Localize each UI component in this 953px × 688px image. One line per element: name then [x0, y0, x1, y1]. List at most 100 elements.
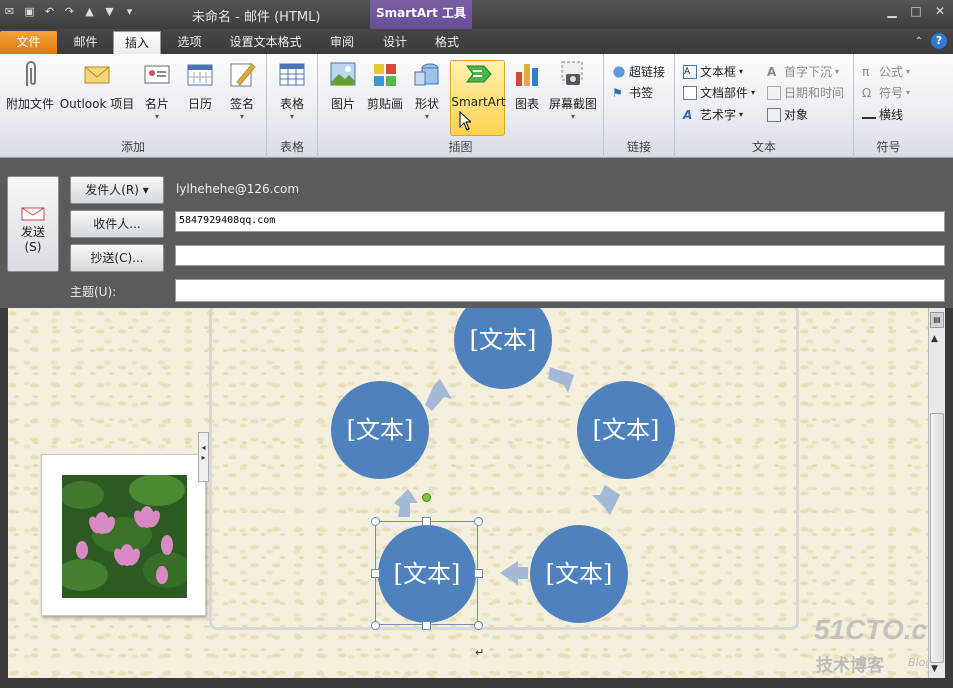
ribbon-tab-bar: 文件 邮件 插入 选项 设置文本格式 审阅 设计 格式 ⌃ ?	[0, 29, 953, 54]
envelope-icon	[84, 66, 110, 84]
shapes-button[interactable]: 形状 ▾	[410, 58, 444, 121]
group-add: 附加文件 Outlook 项目 名片 ▾ 日历 签名 ▾ 添加	[0, 54, 267, 158]
tab-format-text[interactable]: 设置文本格式	[218, 31, 313, 54]
clip-art-button[interactable]: 剪贴画	[366, 58, 404, 112]
group-label-links: 链接	[626, 140, 651, 154]
picture-button[interactable]: 图片	[325, 58, 361, 112]
paperclip-icon	[26, 61, 36, 86]
picture-icon	[330, 62, 356, 86]
group-label-table: 表格	[279, 140, 304, 154]
resize-handle[interactable]	[422, 621, 431, 630]
group-symbols: π 公式 ▾ Ω 符号 ▾ 横线 符号	[854, 54, 923, 158]
smartart-text-pane-handle[interactable]: ◂ ▸	[198, 432, 209, 482]
tab-mail[interactable]: 邮件	[63, 31, 108, 54]
message-body[interactable]: ◂▸ [文本] [文本] [文本] [文本] [文本] ↵ 51CTO.com …	[8, 308, 928, 678]
chart-button[interactable]: 图表	[510, 58, 544, 112]
group-label-add: 添加	[120, 140, 145, 154]
business-card-button[interactable]: 名片 ▾	[140, 58, 174, 121]
resize-handle[interactable]	[474, 517, 483, 526]
redo-icon[interactable]: ↷	[62, 4, 77, 19]
equation-button[interactable]: π 公式 ▾	[862, 63, 910, 80]
down-arrow-icon[interactable]: ▼	[102, 4, 117, 19]
shapes-icon	[414, 63, 439, 86]
tab-options[interactable]: 选项	[167, 31, 212, 54]
minimize-icon[interactable]: ▁	[885, 4, 899, 18]
watermark-subtitle: 技术博客	[816, 656, 884, 676]
up-arrow-icon[interactable]: ▲	[82, 4, 97, 19]
calendar-button[interactable]: 日历	[183, 58, 217, 112]
quick-parts-icon	[683, 85, 697, 100]
bookmark-button[interactable]: ⚑ 书签	[612, 84, 653, 101]
selection-box	[375, 521, 478, 625]
hyperlink-button[interactable]: 超链接	[612, 63, 665, 80]
outlook-item-button[interactable]: Outlook 项目	[58, 58, 136, 112]
tab-file[interactable]: 文件	[0, 31, 57, 54]
group-text: A 文本框 ▾ 文档部件 ▾ A 艺术字 ▾ A 首字下沉 ▾ 日期和时间 对象 文本	[675, 54, 854, 158]
undo-icon[interactable]: ↶	[42, 4, 57, 19]
scroll-thumb[interactable]	[930, 413, 944, 663]
watermark-blog: Blog	[908, 656, 928, 669]
maximize-icon[interactable]: □	[909, 4, 923, 18]
tab-insert[interactable]: 插入	[113, 31, 161, 54]
close-icon[interactable]: ✕	[933, 4, 947, 18]
smartart-node-5[interactable]: [文本]	[331, 381, 429, 479]
mouse-cursor-icon	[459, 111, 471, 131]
quick-parts-button[interactable]: 文档部件 ▾	[683, 84, 755, 101]
symbol-button[interactable]: Ω 符号 ▾	[862, 84, 910, 101]
resize-handle[interactable]	[474, 621, 483, 630]
cc-field[interactable]	[175, 245, 945, 266]
tab-review[interactable]: 审阅	[320, 31, 364, 54]
from-value: lylhehehe@126.com	[176, 182, 300, 196]
date-time-icon	[767, 85, 781, 100]
vertical-scrollbar[interactable]: ▤ ▲ ▼	[928, 308, 945, 678]
object-button[interactable]: 对象	[767, 106, 808, 123]
customize-qat-icon[interactable]: ▾	[122, 4, 137, 19]
table-button[interactable]: 表格 ▾	[275, 58, 309, 121]
to-field[interactable]: 5847929408qq.com	[175, 211, 945, 232]
tab-format[interactable]: 格式	[424, 31, 470, 54]
attach-file-button[interactable]: 附加文件	[5, 58, 55, 112]
resize-handle[interactable]	[371, 517, 380, 526]
collapse-ribbon-icon[interactable]: ⌃	[915, 36, 923, 47]
wordart-button[interactable]: A 艺术字 ▾	[683, 106, 743, 123]
subject-field[interactable]	[175, 279, 945, 302]
date-time-button[interactable]: 日期和时间	[767, 84, 844, 101]
send-label: 发送 (S)	[20, 225, 45, 254]
lotus-photo-frame[interactable]	[41, 454, 206, 616]
drop-cap-button[interactable]: A 首字下沉 ▾	[767, 63, 839, 80]
horizontal-line-button[interactable]: 横线	[862, 106, 903, 123]
resize-handle[interactable]	[474, 569, 483, 578]
outlook-app-icon[interactable]: ✉	[2, 4, 17, 19]
tab-design[interactable]: 设计	[372, 31, 418, 54]
send-button[interactable]: 发送 (S)	[7, 176, 59, 272]
resize-handle[interactable]	[371, 621, 380, 630]
calendar-icon	[187, 64, 213, 86]
clip-art-icon	[374, 64, 396, 86]
cc-button[interactable]: 抄送(C)...	[70, 244, 164, 272]
ruler-toggle-icon[interactable]: ▤	[930, 312, 944, 328]
rotation-handle[interactable]	[422, 493, 431, 502]
scroll-up-icon[interactable]: ▲	[931, 334, 938, 344]
cycle-arrow-icon	[548, 367, 574, 393]
quick-access-toolbar: ✉ ▣ ↶ ↷ ▲ ▼ ▾	[2, 4, 137, 19]
screenshot-button[interactable]: 屏幕截图 ▾	[547, 58, 599, 121]
context-tab-title: SmartArt 工具	[376, 6, 467, 20]
save-icon[interactable]: ▣	[22, 4, 37, 19]
resize-handle[interactable]	[422, 517, 431, 526]
from-button[interactable]: 发件人(R) ▾	[70, 176, 164, 204]
resize-handle[interactable]	[371, 569, 380, 578]
signature-button[interactable]: 签名 ▾	[225, 58, 259, 121]
cycle-arrow-icon	[425, 379, 452, 411]
lotus-picture	[62, 475, 187, 598]
smartart-node-2[interactable]: [文本]	[577, 381, 675, 479]
help-icon[interactable]: ?	[931, 33, 947, 49]
window-title: 未命名 - 邮件 (HTML)	[192, 10, 321, 25]
smartart-button-overlay[interactable]: SmartArt	[451, 58, 506, 109]
smartart-node-3[interactable]: [文本]	[530, 525, 628, 623]
scroll-down-icon[interactable]: ▼	[931, 664, 938, 674]
text-box-button[interactable]: A 文本框 ▾	[683, 63, 743, 80]
to-button[interactable]: 收件人...	[70, 210, 164, 238]
chart-icon	[516, 64, 538, 86]
send-envelope-icon	[21, 207, 45, 221]
message-header: 发送 (S) 发件人(R) ▾ lylhehehe@126.com 收件人...…	[0, 158, 953, 308]
